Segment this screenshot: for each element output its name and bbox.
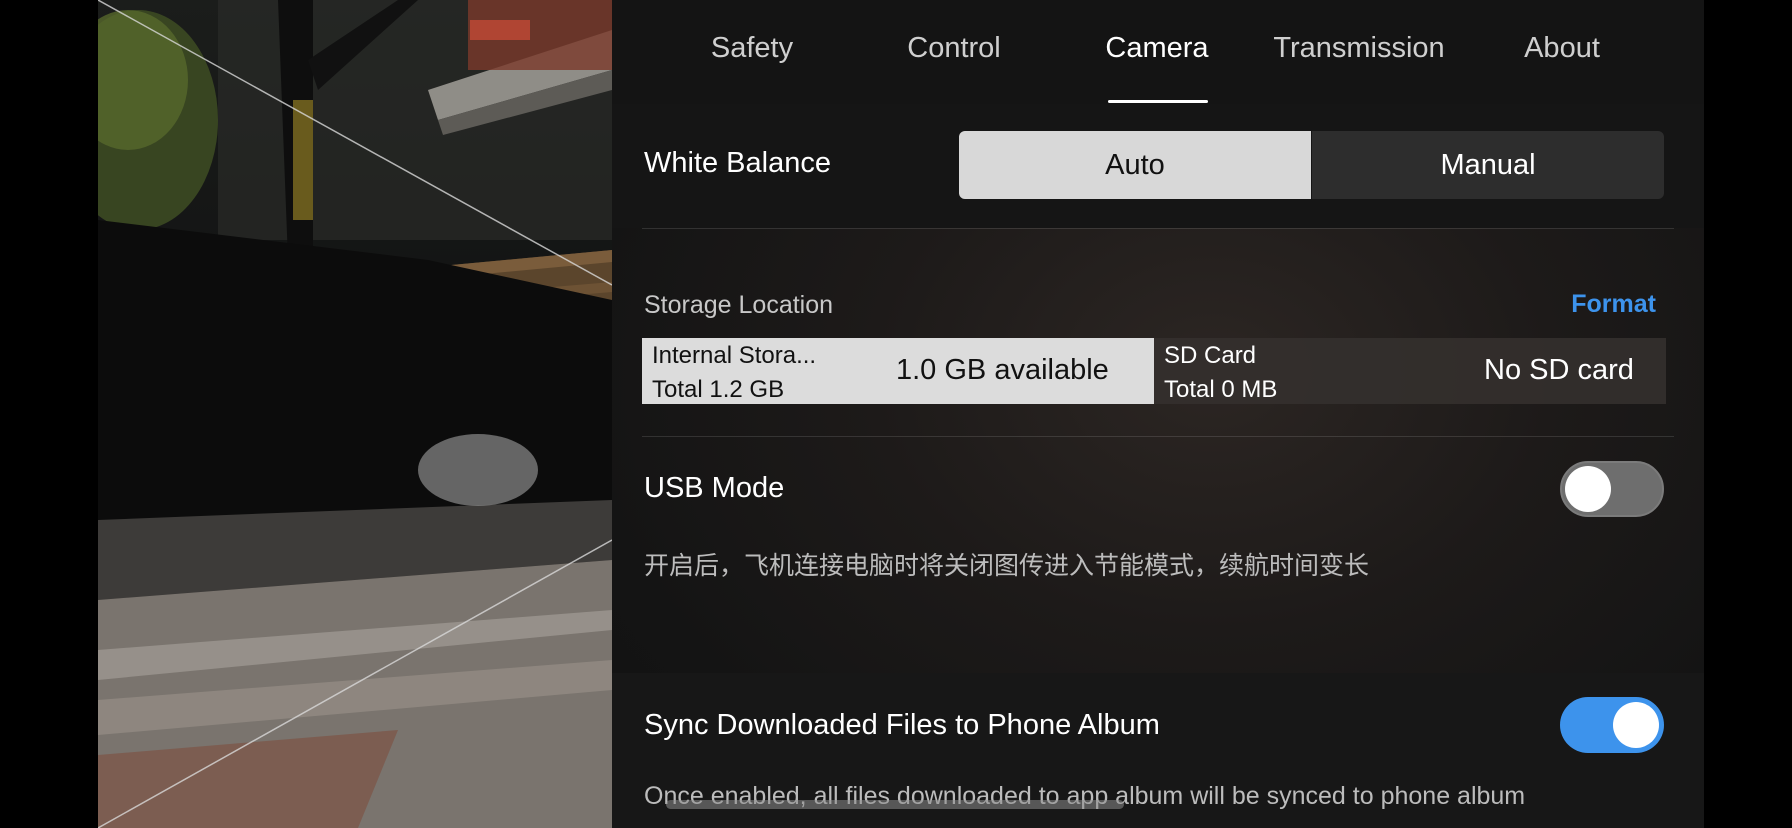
internal-storage-total: Total 1.2 GB bbox=[652, 376, 785, 403]
sync-album-label: Sync Downloaded Files to Phone Album bbox=[644, 709, 1160, 741]
app-screen: Safety Control Camera Transmission About… bbox=[0, 0, 1792, 828]
tab-control[interactable]: Control bbox=[854, 32, 1054, 65]
scroll-indicator[interactable] bbox=[666, 800, 1124, 809]
white-balance-auto-button[interactable]: Auto bbox=[959, 131, 1311, 199]
white-balance-manual-button[interactable]: Manual bbox=[1312, 131, 1664, 199]
camera-live-view[interactable] bbox=[98, 0, 612, 828]
storage-location-label: Storage Location bbox=[644, 291, 834, 319]
usb-mode-description: 开启后，飞机连接电脑时将关闭图传进入节能模式，续航时间变长 bbox=[644, 552, 1370, 580]
camera-scene-image bbox=[98, 0, 612, 828]
white-balance-row: White Balance Auto Manual bbox=[612, 104, 1704, 228]
usb-mode-toggle[interactable] bbox=[1560, 461, 1664, 517]
settings-panel: Safety Control Camera Transmission About… bbox=[612, 0, 1704, 828]
sync-album-toggle[interactable] bbox=[1560, 697, 1664, 753]
sd-card-status: No SD card bbox=[1484, 354, 1634, 386]
settings-tab-bar: Safety Control Camera Transmission About bbox=[612, 0, 1704, 104]
sd-card-name: SD Card bbox=[1164, 342, 1257, 369]
sd-card-total: Total 0 MB bbox=[1164, 376, 1278, 403]
format-button[interactable]: Format bbox=[1571, 290, 1656, 319]
sd-card-option[interactable]: SD Card Total 0 MB No SD card bbox=[1154, 338, 1666, 404]
section-divider bbox=[642, 228, 1674, 229]
section-divider bbox=[642, 436, 1674, 437]
screen-edge bbox=[1704, 0, 1792, 828]
usb-mode-label: USB Mode bbox=[644, 472, 785, 504]
toggle-knob bbox=[1565, 466, 1611, 512]
tab-transmission[interactable]: Transmission bbox=[1259, 32, 1459, 65]
tab-about[interactable]: About bbox=[1462, 32, 1662, 65]
white-balance-label: White Balance bbox=[644, 147, 831, 179]
sync-album-section: Sync Downloaded Files to Phone Album Onc… bbox=[612, 673, 1704, 828]
toggle-knob bbox=[1613, 702, 1659, 748]
internal-storage-name: Internal Stora... bbox=[652, 342, 817, 369]
internal-storage-option[interactable]: Internal Stora... Total 1.2 GB 1.0 GB av… bbox=[642, 338, 1154, 404]
internal-storage-available: 1.0 GB available bbox=[896, 354, 1109, 386]
tab-safety[interactable]: Safety bbox=[652, 32, 852, 65]
active-tab-indicator bbox=[1108, 100, 1208, 103]
tab-camera[interactable]: Camera bbox=[1057, 32, 1257, 65]
